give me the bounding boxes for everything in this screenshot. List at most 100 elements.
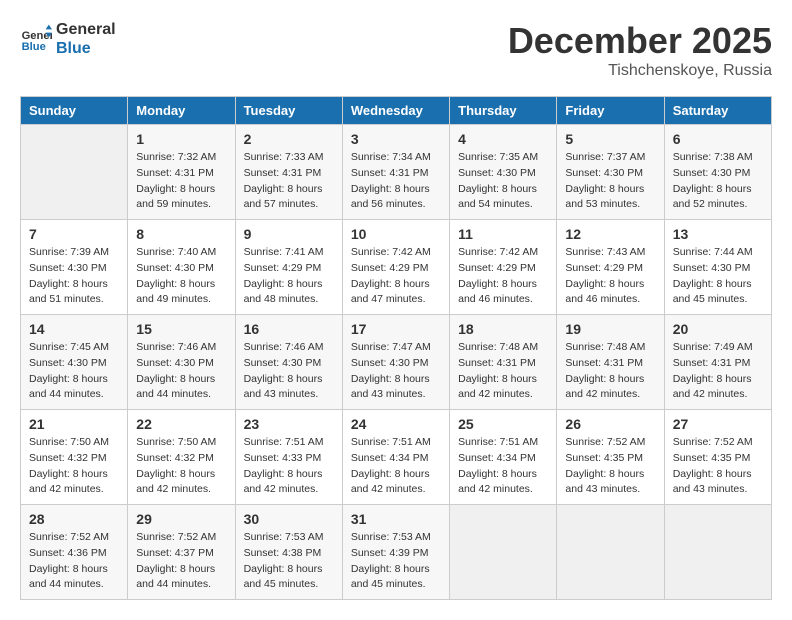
day-info: Sunrise: 7:39 AM Sunset: 4:30 PM Dayligh… bbox=[29, 245, 119, 308]
day-number: 30 bbox=[244, 511, 334, 527]
day-number: 18 bbox=[458, 321, 548, 337]
header: General Blue General Blue December 2025 … bbox=[20, 20, 772, 80]
day-cell: 25Sunrise: 7:51 AM Sunset: 4:34 PM Dayli… bbox=[450, 410, 557, 505]
day-info: Sunrise: 7:33 AM Sunset: 4:31 PM Dayligh… bbox=[244, 150, 334, 213]
day-number: 25 bbox=[458, 416, 548, 432]
day-number: 29 bbox=[136, 511, 226, 527]
day-cell: 11 Sunrise: 7:42 AM Sunset: 4:29 PM Dayli… bbox=[450, 220, 557, 315]
day-cell: 14 Sunrise: 7:45 AM Sunset: 4:30 PM Dayli… bbox=[21, 315, 128, 410]
svg-text:General: General bbox=[22, 30, 52, 42]
day-info: Sunrise: 7:52 AM Sunset: 4:35 PM Dayligh… bbox=[565, 435, 655, 498]
week-row-3: 14 Sunrise: 7:45 AM Sunset: 4:30 PM Dayli… bbox=[21, 315, 772, 410]
day-number: 11 bbox=[458, 226, 548, 242]
day-number: 21 bbox=[29, 416, 119, 432]
day-info: Sunrise: 7:52 AM Sunset: 4:36 PM Dayligh… bbox=[29, 530, 119, 593]
header-day-saturday: Saturday bbox=[664, 97, 771, 125]
day-number: 19 bbox=[565, 321, 655, 337]
header-day-tuesday: Tuesday bbox=[235, 97, 342, 125]
logo: General Blue General Blue bbox=[20, 20, 116, 58]
day-info: Sunrise: 7:46 AM Sunset: 4:30 PM Dayligh… bbox=[244, 340, 334, 403]
day-number: 12 bbox=[565, 226, 655, 242]
day-cell: 16 Sunrise: 7:46 AM Sunset: 4:30 PM Dayli… bbox=[235, 315, 342, 410]
calendar-table: SundayMondayTuesdayWednesdayThursdayFrid… bbox=[20, 96, 772, 600]
week-row-1: 1Sunrise: 7:32 AM Sunset: 4:31 PM Daylig… bbox=[21, 125, 772, 220]
day-info: Sunrise: 7:48 AM Sunset: 4:31 PM Dayligh… bbox=[458, 340, 548, 403]
day-cell: 13 Sunrise: 7:44 AM Sunset: 4:30 PM Dayli… bbox=[664, 220, 771, 315]
day-cell: 30 Sunrise: 7:53 AM Sunset: 4:38 PM Dayli… bbox=[235, 505, 342, 600]
day-info: Sunrise: 7:43 AM Sunset: 4:29 PM Dayligh… bbox=[565, 245, 655, 308]
day-info: Sunrise: 7:42 AM Sunset: 4:29 PM Dayligh… bbox=[458, 245, 548, 308]
day-cell: 7 Sunrise: 7:39 AM Sunset: 4:30 PM Daylig… bbox=[21, 220, 128, 315]
day-cell bbox=[21, 125, 128, 220]
day-number: 13 bbox=[673, 226, 763, 242]
day-number: 16 bbox=[244, 321, 334, 337]
day-info: Sunrise: 7:37 AM Sunset: 4:30 PM Dayligh… bbox=[565, 150, 655, 213]
header-day-friday: Friday bbox=[557, 97, 664, 125]
title-area: December 2025 Tishchenskoye, Russia bbox=[508, 20, 772, 80]
day-info: Sunrise: 7:40 AM Sunset: 4:30 PM Dayligh… bbox=[136, 245, 226, 308]
day-cell: 12 Sunrise: 7:43 AM Sunset: 4:29 PM Dayli… bbox=[557, 220, 664, 315]
logo-line1: General bbox=[56, 20, 116, 39]
day-cell: 2Sunrise: 7:33 AM Sunset: 4:31 PM Daylig… bbox=[235, 125, 342, 220]
day-number: 22 bbox=[136, 416, 226, 432]
day-number: 8 bbox=[136, 226, 226, 242]
day-info: Sunrise: 7:53 AM Sunset: 4:38 PM Dayligh… bbox=[244, 530, 334, 593]
day-number: 31 bbox=[351, 511, 441, 527]
day-cell: 29 Sunrise: 7:52 AM Sunset: 4:37 PM Dayli… bbox=[128, 505, 235, 600]
day-cell: 6 Sunrise: 7:38 AM Sunset: 4:30 PM Daylig… bbox=[664, 125, 771, 220]
day-number: 20 bbox=[673, 321, 763, 337]
day-cell bbox=[664, 505, 771, 600]
header-day-sunday: Sunday bbox=[21, 97, 128, 125]
day-cell: 20Sunrise: 7:49 AM Sunset: 4:31 PM Dayli… bbox=[664, 315, 771, 410]
day-number: 10 bbox=[351, 226, 441, 242]
day-cell: 19 Sunrise: 7:48 AM Sunset: 4:31 PM Dayli… bbox=[557, 315, 664, 410]
day-info: Sunrise: 7:45 AM Sunset: 4:30 PM Dayligh… bbox=[29, 340, 119, 403]
day-info: Sunrise: 7:52 AM Sunset: 4:37 PM Dayligh… bbox=[136, 530, 226, 593]
day-cell: 5Sunrise: 7:37 AM Sunset: 4:30 PM Daylig… bbox=[557, 125, 664, 220]
month-title: December 2025 bbox=[508, 20, 772, 62]
day-number: 23 bbox=[244, 416, 334, 432]
day-info: Sunrise: 7:51 AM Sunset: 4:33 PM Dayligh… bbox=[244, 435, 334, 498]
day-cell: 17Sunrise: 7:47 AM Sunset: 4:30 PM Dayli… bbox=[342, 315, 449, 410]
day-number: 17 bbox=[351, 321, 441, 337]
day-info: Sunrise: 7:34 AM Sunset: 4:31 PM Dayligh… bbox=[351, 150, 441, 213]
day-number: 7 bbox=[29, 226, 119, 242]
day-number: 27 bbox=[673, 416, 763, 432]
day-cell: 15 Sunrise: 7:46 AM Sunset: 4:30 PM Dayli… bbox=[128, 315, 235, 410]
day-info: Sunrise: 7:53 AM Sunset: 4:39 PM Dayligh… bbox=[351, 530, 441, 593]
day-info: Sunrise: 7:52 AM Sunset: 4:35 PM Dayligh… bbox=[673, 435, 763, 498]
day-cell: 28Sunrise: 7:52 AM Sunset: 4:36 PM Dayli… bbox=[21, 505, 128, 600]
day-cell: 9Sunrise: 7:41 AM Sunset: 4:29 PM Daylig… bbox=[235, 220, 342, 315]
day-number: 26 bbox=[565, 416, 655, 432]
day-info: Sunrise: 7:44 AM Sunset: 4:30 PM Dayligh… bbox=[673, 245, 763, 308]
day-cell bbox=[450, 505, 557, 600]
logo-icon: General Blue bbox=[20, 23, 52, 55]
week-row-2: 7 Sunrise: 7:39 AM Sunset: 4:30 PM Daylig… bbox=[21, 220, 772, 315]
day-number: 9 bbox=[244, 226, 334, 242]
header-row: SundayMondayTuesdayWednesdayThursdayFrid… bbox=[21, 97, 772, 125]
week-row-5: 28Sunrise: 7:52 AM Sunset: 4:36 PM Dayli… bbox=[21, 505, 772, 600]
day-number: 24 bbox=[351, 416, 441, 432]
day-number: 4 bbox=[458, 131, 548, 147]
day-info: Sunrise: 7:48 AM Sunset: 4:31 PM Dayligh… bbox=[565, 340, 655, 403]
week-row-4: 21 Sunrise: 7:50 AM Sunset: 4:32 PM Dayli… bbox=[21, 410, 772, 505]
day-info: Sunrise: 7:50 AM Sunset: 4:32 PM Dayligh… bbox=[29, 435, 119, 498]
day-cell: 31 Sunrise: 7:53 AM Sunset: 4:39 PM Dayli… bbox=[342, 505, 449, 600]
day-info: Sunrise: 7:32 AM Sunset: 4:31 PM Dayligh… bbox=[136, 150, 226, 213]
day-cell: 3Sunrise: 7:34 AM Sunset: 4:31 PM Daylig… bbox=[342, 125, 449, 220]
day-cell: 23 Sunrise: 7:51 AM Sunset: 4:33 PM Dayli… bbox=[235, 410, 342, 505]
day-number: 6 bbox=[673, 131, 763, 147]
header-day-thursday: Thursday bbox=[450, 97, 557, 125]
day-info: Sunrise: 7:38 AM Sunset: 4:30 PM Dayligh… bbox=[673, 150, 763, 213]
day-number: 14 bbox=[29, 321, 119, 337]
day-info: Sunrise: 7:46 AM Sunset: 4:30 PM Dayligh… bbox=[136, 340, 226, 403]
day-info: Sunrise: 7:35 AM Sunset: 4:30 PM Dayligh… bbox=[458, 150, 548, 213]
header-day-monday: Monday bbox=[128, 97, 235, 125]
day-cell: 21 Sunrise: 7:50 AM Sunset: 4:32 PM Dayli… bbox=[21, 410, 128, 505]
day-cell: 8 Sunrise: 7:40 AM Sunset: 4:30 PM Daylig… bbox=[128, 220, 235, 315]
day-info: Sunrise: 7:42 AM Sunset: 4:29 PM Dayligh… bbox=[351, 245, 441, 308]
day-cell: 1Sunrise: 7:32 AM Sunset: 4:31 PM Daylig… bbox=[128, 125, 235, 220]
logo-line2: Blue bbox=[56, 39, 116, 58]
day-number: 15 bbox=[136, 321, 226, 337]
location: Tishchenskoye, Russia bbox=[508, 62, 772, 80]
